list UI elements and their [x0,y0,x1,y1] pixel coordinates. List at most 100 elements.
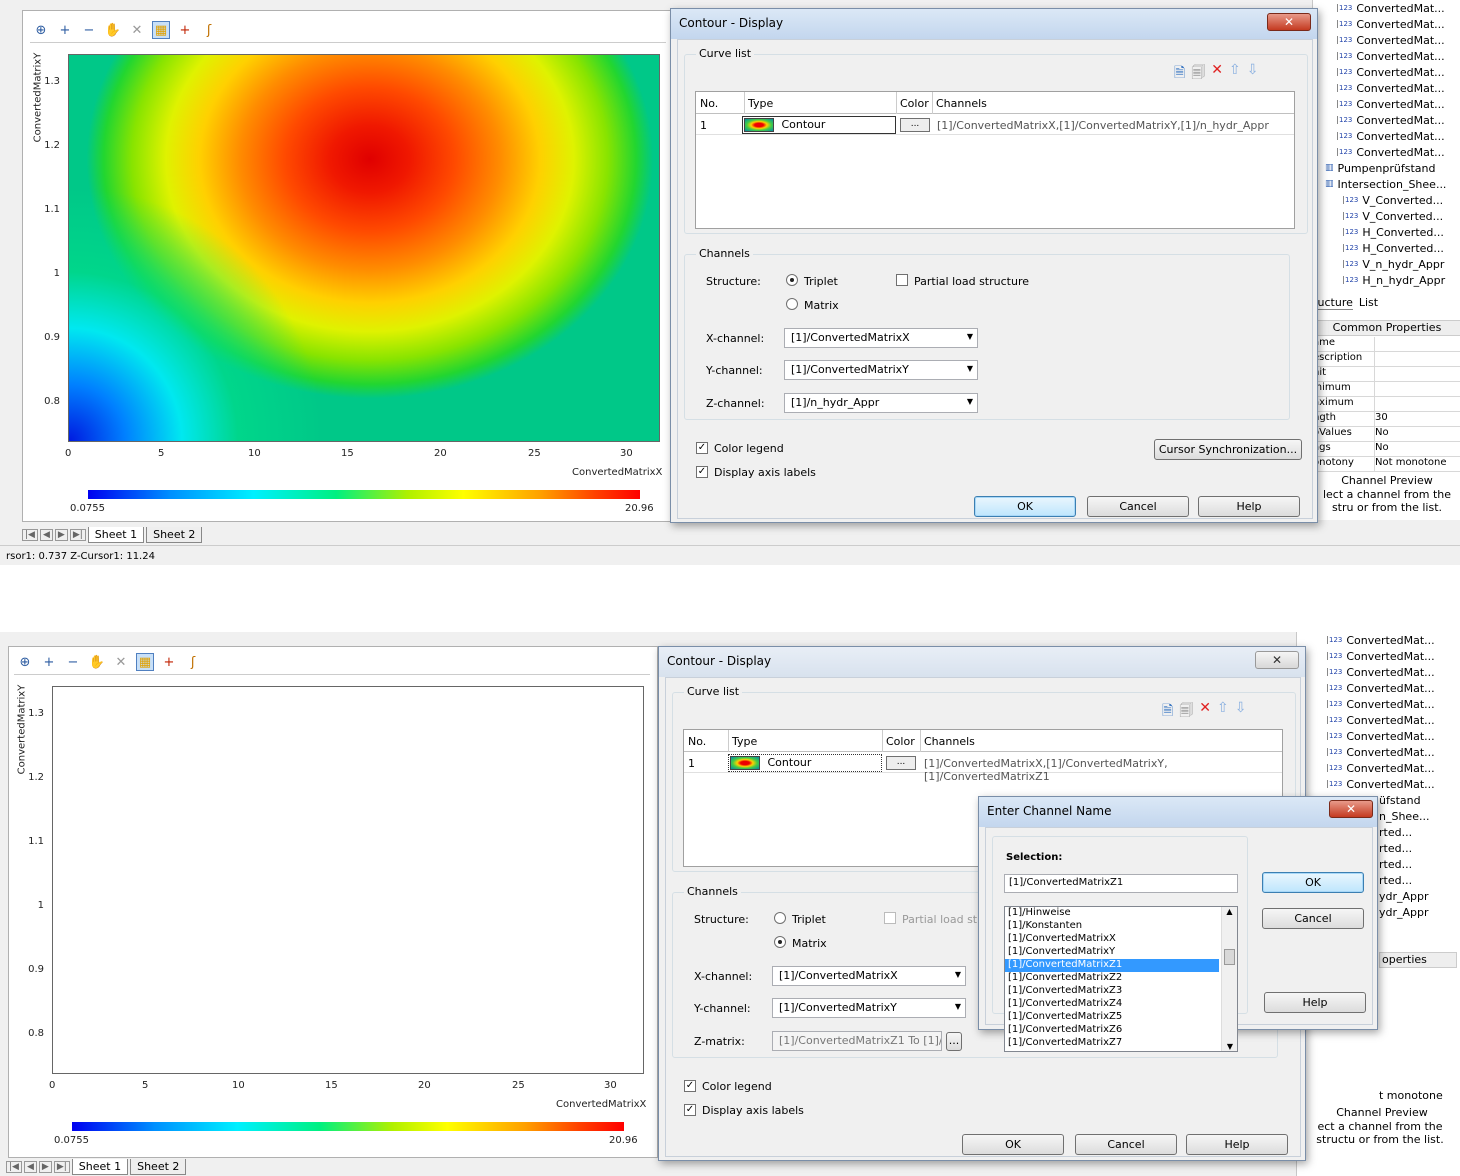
triplet-label[interactable]: Triplet [804,275,838,288]
tree-item[interactable]: 123 ConvertedMat... [1327,632,1460,648]
tree-item[interactable]: 123 ConvertedMat... [1327,680,1460,696]
scroll-up-icon[interactable]: ▲ [1222,907,1237,916]
row-type-cell[interactable]: Contour [728,754,882,772]
cancel-button[interactable]: Cancel [1087,496,1189,517]
selection-input[interactable]: [1]/ConvertedMatrixZ1 [1004,874,1238,893]
tree-item[interactable]: 123 ConvertedMat... [1337,128,1460,144]
tree-item[interactable]: rted... [1379,840,1460,856]
minus-icon[interactable]: − [80,21,98,39]
list-item[interactable]: [1]/Hinweise [1005,907,1237,920]
partial-load-checkbox[interactable] [896,274,908,286]
list-item[interactable]: [1]/ConvertedMatrixZ5 [1005,1011,1237,1024]
close-icon[interactable]: ✕ [1255,651,1299,669]
tree-item[interactable]: 123 ConvertedMat... [1327,744,1460,760]
tree-item[interactable]: 123 ConvertedMat... [1327,760,1460,776]
matrix-radio[interactable] [774,936,786,948]
partial-load-checkbox[interactable] [884,912,896,924]
display-axis-checkbox[interactable]: ✓ [684,1104,696,1116]
tree-item[interactable]: 123 H_Converted... [1343,240,1460,256]
color-legend-label[interactable]: Color legend [714,442,784,455]
display-axis-label[interactable]: Display axis labels [714,466,816,479]
matrix-label[interactable]: Matrix [792,937,827,950]
color-button[interactable]: ... [900,118,930,132]
hand-icon[interactable]: ✋ [104,21,122,39]
last-sheet-icon[interactable]: ▶| [69,529,86,541]
new-curve-icon[interactable]: 🗎 [1162,700,1173,724]
table-row[interactable]: 1 Contour ... [1]/ConvertedMatrixX,[1]/C… [684,753,1282,783]
table-row[interactable]: 1 Contour ... [1]/ConvertedMatrixX,[1]/C… [696,115,1294,135]
first-sheet-icon[interactable]: |◀ [6,1161,22,1173]
list-item[interactable]: [1]/ConvertedMatrixZ4 [1005,998,1237,1011]
partial-load-label[interactable]: Partial load stru [902,913,989,926]
scroll-thumb[interactable] [1224,949,1235,965]
tree-item[interactable]: 123 ConvertedMat... [1337,48,1460,64]
sheet-tab[interactable]: Sheet 2 [130,1159,187,1175]
move-down-icon[interactable]: ⇩ [1235,700,1247,724]
color-button[interactable]: ... [886,756,916,770]
ok-button[interactable]: OK [974,496,1076,517]
help-button[interactable]: Help [1198,496,1300,517]
tree-item[interactable]: rted... [1379,856,1460,872]
help-button[interactable]: Help [1264,992,1366,1013]
color-legend-checkbox[interactable]: ✓ [684,1080,696,1092]
sheet-tab[interactable]: Sheet 1 [87,527,145,543]
channel-listbox[interactable]: [1]/Hinweise [1]/Konstanten [1]/Converte… [1004,906,1238,1052]
new-curve-icon[interactable]: 🗎 [1174,62,1185,86]
list-item[interactable]: [1]/ConvertedMatrixZ6 [1005,1024,1237,1037]
list-item[interactable]: [1]/ConvertedMatrixZ1 [1005,959,1219,972]
group-item[interactable]: ▥ Pumpenprüfstand [1325,160,1460,176]
next-sheet-icon[interactable]: ▶ [54,529,68,541]
tree-item[interactable]: 123 ConvertedMat... [1337,0,1460,16]
matrix-radio[interactable] [786,298,798,310]
list-item[interactable]: [1]/ConvertedMatrixZ3 [1005,985,1237,998]
tree-item[interactable]: ydr_Appr [1379,888,1460,904]
hand-icon[interactable]: ✋ [88,653,106,671]
matrix-label[interactable]: Matrix [804,299,839,312]
cursor-icon[interactable]: + [176,21,194,39]
grid-icon[interactable]: ▦ [152,21,170,39]
ok-button[interactable]: OK [962,1134,1064,1155]
close-icon[interactable]: ✕ [1267,13,1311,31]
minus-icon[interactable]: − [64,653,82,671]
list-item[interactable]: [1]/ConvertedMatrixX [1005,933,1237,946]
y-channel-select[interactable]: [1]/ConvertedMatrixY ▼ [772,998,966,1018]
plus-icon[interactable]: + [56,21,74,39]
tree-item[interactable]: 123 V_n_hydr_Appr [1343,256,1460,272]
empty-plot[interactable] [52,686,644,1074]
tree-item[interactable]: 123 ConvertedMat... [1327,696,1460,712]
prop-row[interactable]: ame [1313,337,1460,352]
x-channel-select[interactable]: [1]/ConvertedMatrixX ▼ [772,966,966,986]
zoom-icon[interactable]: ⊕ [16,653,34,671]
tree-item[interactable]: 123 ConvertedMat... [1337,96,1460,112]
z-channel-select[interactable]: [1]/n_hydr_Appr ▼ [784,393,978,413]
tree-item[interactable]: 123 ConvertedMat... [1327,728,1460,744]
tree-item[interactable]: 123 H_Converted... [1343,224,1460,240]
z-matrix-browse-button[interactable]: ... [946,1032,962,1051]
tree-item[interactable]: 123 ConvertedMat... [1327,664,1460,680]
zoom-icon[interactable]: ⊕ [32,21,50,39]
plus-icon[interactable]: + [40,653,58,671]
last-sheet-icon[interactable]: ▶| [53,1161,70,1173]
tree-item[interactable]: 123 V_Converted... [1343,192,1460,208]
display-axis-label[interactable]: Display axis labels [702,1104,804,1117]
tree-item[interactable]: üfstand [1379,792,1460,808]
prop-row[interactable]: escription [1313,352,1460,367]
prop-row[interactable]: aximum [1313,397,1460,412]
cursor-icon[interactable]: + [160,653,178,671]
tree-item[interactable]: 123 ConvertedMat... [1327,776,1460,792]
curve-icon[interactable]: ʃ [184,653,202,671]
list-item[interactable]: [1]/ConvertedMatrixZ7 [1005,1037,1237,1050]
tree-item[interactable]: rted... [1379,824,1460,840]
tree-item[interactable]: 123 ConvertedMat... [1327,648,1460,664]
sheet-tab[interactable]: Sheet 2 [146,527,203,543]
tree-item[interactable]: 123 ConvertedMat... [1337,80,1460,96]
prop-row[interactable]: inimum [1313,382,1460,397]
row-type-cell[interactable]: Contour [742,116,896,134]
next-sheet-icon[interactable]: ▶ [38,1161,52,1173]
prop-row[interactable]: ags No [1313,442,1460,457]
tree-item[interactable]: 123 ConvertedMat... [1327,712,1460,728]
tab-structure[interactable]: ructure [1313,296,1353,310]
color-legend-label[interactable]: Color legend [702,1080,772,1093]
triplet-radio[interactable] [786,274,798,286]
group-item[interactable]: ▥ Intersection_Shee... [1325,176,1460,192]
